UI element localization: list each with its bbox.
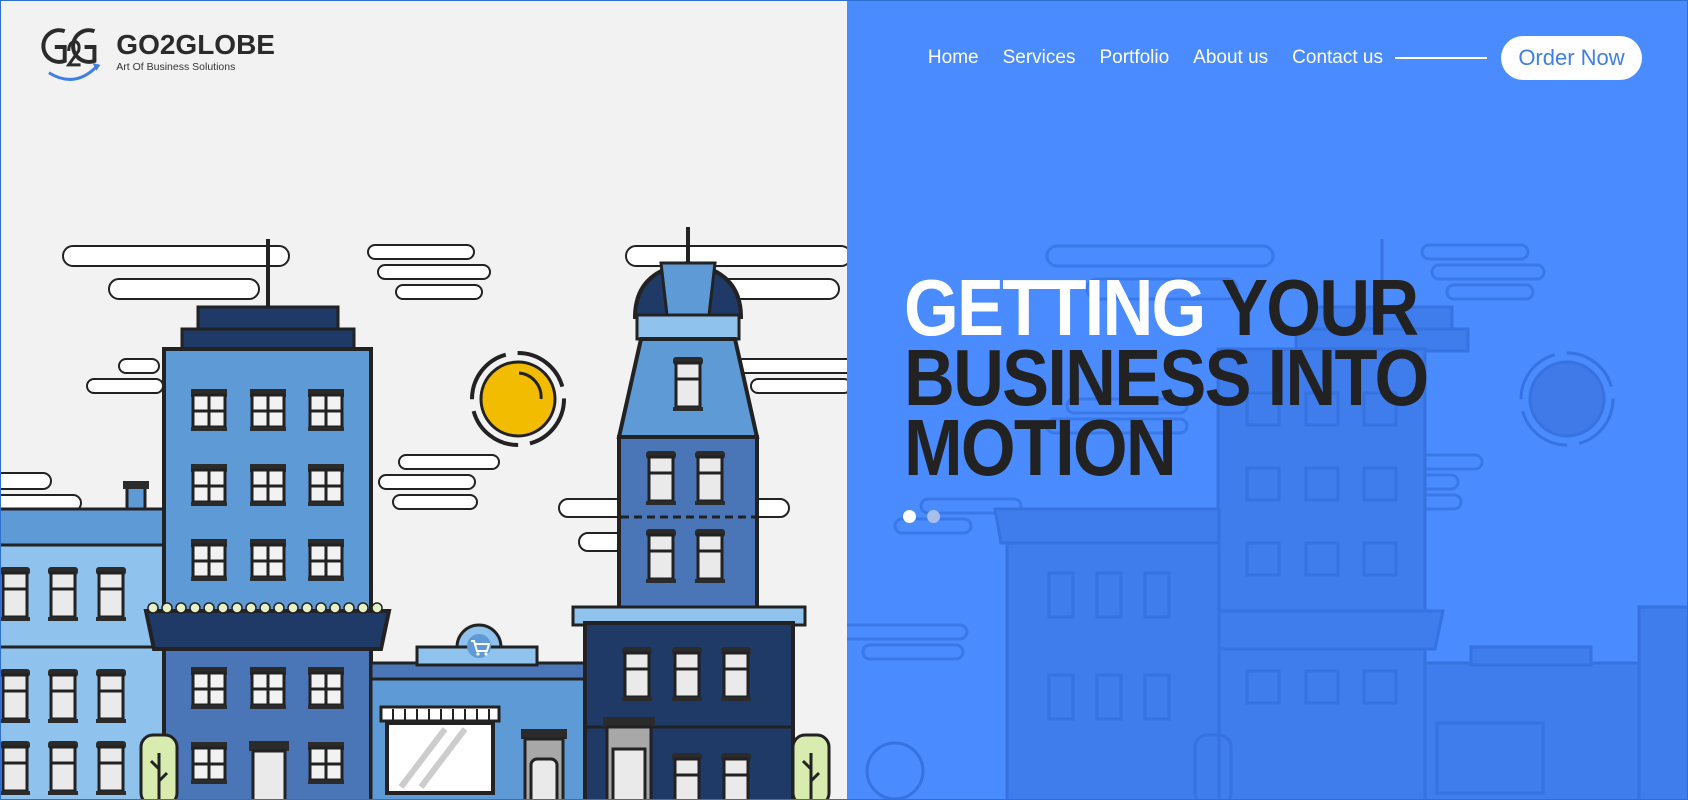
hero-illustration: GO2GLOBE Art Of Business Solutions: [1, 1, 847, 799]
hero-headline: GETTING YOUR BUSINESS INTO MOTION: [904, 268, 1504, 492]
main-nav: Home Services Portfolio About us Contact…: [928, 36, 1642, 80]
nav-item-services[interactable]: Services: [1003, 47, 1076, 69]
brand-name: GO2GLOBE: [116, 29, 275, 60]
tree-icon: [139, 733, 179, 799]
nav-item-contact-us[interactable]: Contact us: [1292, 47, 1383, 69]
slider-dot-1[interactable]: [903, 510, 916, 523]
nav-item-about-us[interactable]: About us: [1193, 47, 1268, 69]
brand-logo[interactable]: GO2GLOBE Art Of Business Solutions: [35, 17, 275, 87]
tree-icon: [791, 733, 831, 799]
headline-line-3: MOTION: [904, 403, 1177, 492]
city-illustration: [1, 227, 847, 799]
sun-icon: [470, 351, 566, 447]
shop-building: [369, 623, 588, 799]
nav-item-portfolio[interactable]: Portfolio: [1099, 47, 1169, 69]
building-tall: [143, 239, 392, 799]
landing-page: GO2GLOBE Art Of Business Solutions Home …: [0, 0, 1688, 800]
slider-dot-2[interactable]: [927, 510, 940, 523]
logo-mark-icon: [41, 28, 101, 81]
nav-divider: [1395, 57, 1487, 59]
logo-text: GO2GLOBE Art Of Business Solutions: [116, 29, 275, 74]
order-now-button[interactable]: Order Now: [1501, 36, 1642, 80]
brand-tagline: Art Of Business Solutions: [116, 61, 236, 73]
nav-item-home[interactable]: Home: [928, 47, 979, 69]
slider-dots: [903, 510, 951, 523]
